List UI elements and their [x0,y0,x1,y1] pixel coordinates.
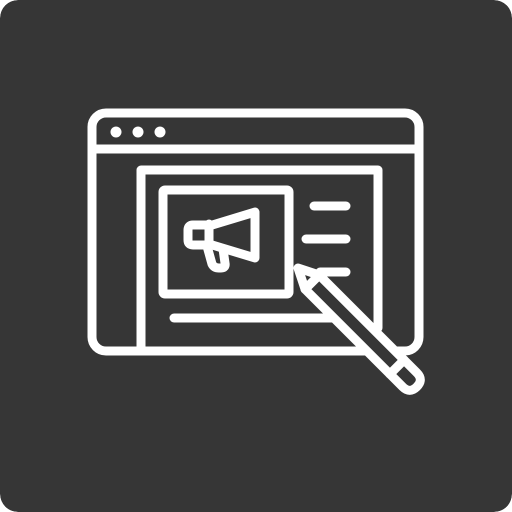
app-icon-tile [0,0,512,512]
web-marketing-editor-icon [0,0,512,512]
window-dot-1 [110,126,122,138]
window-dot-3 [154,126,166,138]
window-dot-2 [132,126,144,138]
